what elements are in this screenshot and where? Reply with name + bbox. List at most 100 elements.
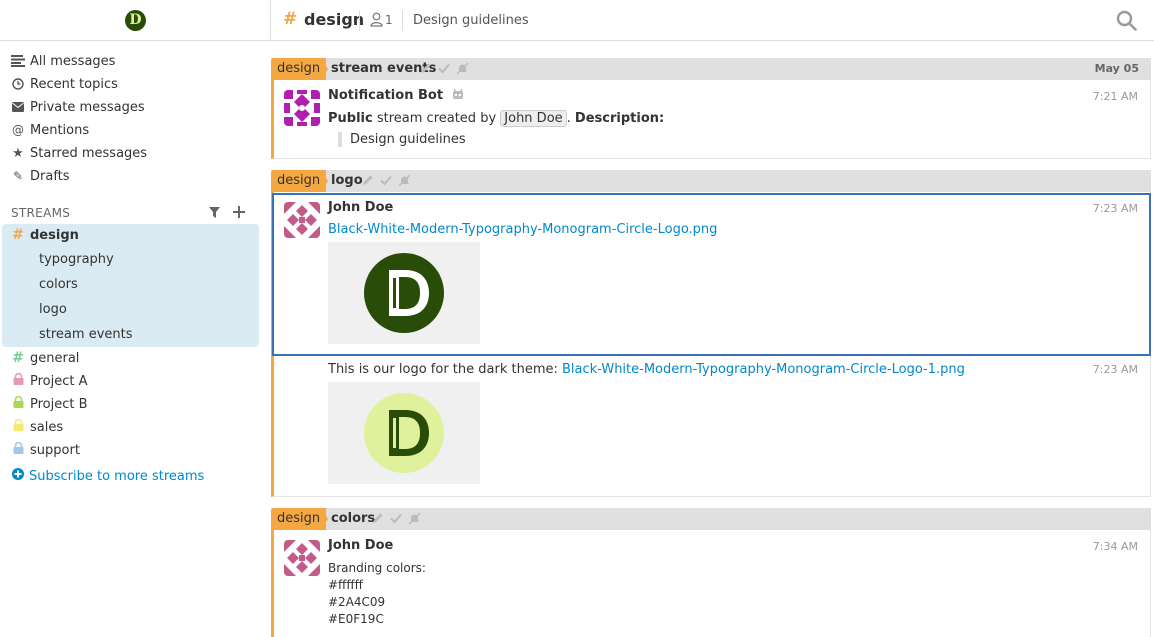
message-time[interactable]: 7:23 AM	[1093, 363, 1138, 376]
nav-label: All messages	[30, 53, 116, 69]
text-bold: Description:	[574, 111, 665, 126]
text-line: #2A4C09	[328, 595, 386, 609]
all-messages-icon	[11, 54, 25, 68]
recipient-topic[interactable]: colors	[331, 508, 375, 530]
text-line: #E0F19C	[328, 612, 384, 626]
stream-label: support	[30, 442, 80, 458]
header-divider	[402, 10, 403, 31]
mute-topic-icon[interactable]	[456, 62, 469, 79]
text: .	[566, 111, 575, 126]
add-stream-icon[interactable]	[233, 206, 245, 222]
stream-item-support[interactable]: support	[11, 440, 80, 460]
stream-item-project-b[interactable]: Project B	[11, 394, 88, 414]
message-row[interactable]: Notification Bot 7:21 AM Public stream c…	[271, 80, 1151, 159]
topic-item-colors[interactable]: colors	[39, 274, 78, 294]
star-icon: ★	[12, 145, 24, 161]
recipient-arrow	[321, 58, 328, 80]
user-avatar[interactable]	[284, 540, 320, 576]
mute-topic-icon[interactable]	[398, 174, 411, 191]
topic-tools	[362, 174, 411, 191]
filter-icon[interactable]	[209, 207, 220, 222]
resolve-topic-icon[interactable]	[390, 512, 402, 529]
resolve-topic-icon[interactable]	[380, 174, 392, 191]
nav-starred-messages[interactable]: ★ Starred messages	[11, 143, 147, 163]
text-line: #ffffff	[328, 578, 363, 592]
light-logo-image	[364, 393, 444, 473]
pencil-icon: ✎	[12, 169, 24, 183]
message-content: This is our logo for the dark theme: Bla…	[328, 362, 965, 377]
org-logo[interactable]: D	[125, 10, 146, 31]
recipient-bar: design logo	[271, 170, 1151, 192]
text: stream created by	[372, 111, 501, 126]
subscribe-label: Subscribe to more streams	[29, 468, 205, 484]
resolve-topic-icon[interactable]	[438, 62, 450, 79]
recipient-stream[interactable]: design	[271, 58, 327, 80]
text: This is our logo for the dark theme:	[328, 362, 562, 377]
nav-private-messages[interactable]: Private messages	[11, 97, 145, 117]
text-bold: Public	[328, 111, 373, 126]
nav-drafts[interactable]: ✎ Drafts	[11, 166, 70, 186]
nav-label: Drafts	[30, 168, 70, 184]
stream-item-sales[interactable]: sales	[11, 417, 63, 437]
bot-icon	[452, 88, 464, 103]
selected-message-outline	[272, 193, 1151, 356]
lock-icon	[11, 441, 25, 458]
edit-topic-icon[interactable]	[372, 512, 384, 529]
streams-header[interactable]: STREAMS	[11, 206, 70, 220]
image-preview[interactable]	[328, 382, 480, 484]
left-sidebar: All messages Recent topics Private messa…	[0, 41, 271, 637]
nav-label: Starred messages	[30, 145, 148, 161]
hash-icon: #	[12, 350, 24, 366]
recipient-date: May 05	[1094, 62, 1139, 75]
recipient-stream[interactable]: design	[271, 508, 327, 530]
nav-recent-topics[interactable]: Recent topics	[11, 74, 118, 94]
hash-icon: #	[12, 227, 24, 243]
edit-topic-icon[interactable]	[362, 174, 374, 191]
subscriber-count[interactable]: 1	[385, 13, 393, 27]
message-content: Public stream created by John Doe. Descr…	[328, 110, 664, 127]
stream-label: Project A	[30, 373, 88, 389]
top-navbar: D # design 1 Design guidelines	[0, 0, 1154, 41]
lock-icon	[11, 395, 25, 412]
topic-item-stream-events[interactable]: stream events	[39, 324, 133, 344]
message-content: Branding colors: #ffffff #2A4C09 #E0F19C	[328, 560, 426, 628]
recipient-stream[interactable]: design	[271, 170, 327, 192]
plus-circle-icon	[12, 468, 24, 484]
user-mention[interactable]: John Doe	[500, 110, 567, 127]
logo-area: D	[0, 0, 271, 41]
nav-mentions[interactable]: @ Mentions	[11, 120, 89, 140]
message-time[interactable]: 7:34 AM	[1093, 540, 1138, 553]
bot-avatar[interactable]	[284, 90, 320, 126]
stream-description: Design guidelines	[413, 13, 529, 28]
message-time[interactable]: 7:21 AM	[1093, 90, 1138, 103]
search-icon[interactable]	[1116, 10, 1137, 35]
stream-item-general[interactable]: # general	[11, 348, 79, 368]
recipient-bar: design stream events May 05	[271, 58, 1151, 80]
recipient-topic[interactable]: logo	[331, 170, 363, 192]
edit-topic-icon[interactable]	[420, 62, 432, 79]
subscribe-more-streams[interactable]: Subscribe to more streams	[12, 468, 204, 484]
message-row[interactable]: John Doe 7:34 AM Branding colors: #fffff…	[271, 530, 1151, 637]
mute-topic-icon[interactable]	[408, 512, 421, 529]
user-icon[interactable]	[370, 12, 383, 31]
topic-item-typography[interactable]: typography	[39, 249, 114, 269]
stream-hash-icon: #	[283, 9, 298, 29]
stream-label: Project B	[30, 396, 88, 412]
nav-all-messages[interactable]: All messages	[11, 51, 115, 71]
message-sender[interactable]: John Doe	[328, 538, 393, 553]
attachment-link[interactable]: Black-White-Modern-Typography-Monogram-C…	[562, 362, 965, 377]
clock-icon	[11, 77, 25, 91]
message-sender[interactable]: Notification Bot	[328, 88, 464, 103]
topic-item-logo[interactable]: logo	[39, 299, 67, 319]
nav-label: Private messages	[30, 99, 145, 115]
recipient-arrow	[321, 170, 328, 192]
stream-item-project-a[interactable]: Project A	[11, 371, 88, 391]
nav-label: Recent topics	[30, 76, 118, 92]
recipient-bar: design colors	[271, 508, 1151, 530]
envelope-icon	[11, 100, 25, 114]
sender-name: Notification Bot	[328, 88, 444, 103]
header-stream-name[interactable]: design	[304, 10, 364, 29]
stream-label: sales	[30, 419, 64, 435]
header-divider	[359, 10, 360, 31]
stream-item-design[interactable]: # design	[11, 225, 79, 245]
